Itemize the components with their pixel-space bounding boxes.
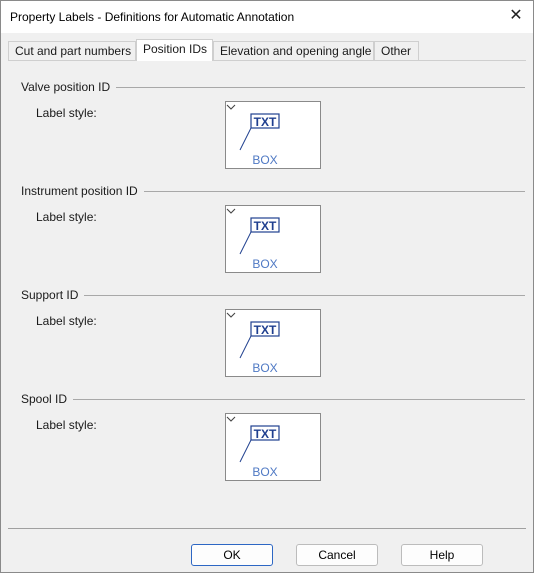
tab-elevation-and-opening-angle[interactable]: Elevation and opening angle [213,41,374,60]
label-style-label: Label style: [36,418,97,432]
close-icon[interactable]: ✕ [501,2,531,30]
style-bottom-text: BOX [252,153,277,167]
group-divider [22,295,525,296]
label-style-preview: TXT BOX [239,321,280,375]
label-style-preview: TXT BOX [239,113,280,167]
group-title-valve-position-id: Valve position ID [21,80,117,94]
label-style-preview: TXT BOX [239,217,280,271]
chevron-down-icon [226,416,236,422]
valve-label-style-select[interactable]: TXT BOX [225,101,321,169]
style-bottom-text: BOX [252,465,277,479]
tab-position-ids[interactable]: Position IDs [136,39,213,61]
style-bottom-text: BOX [252,361,277,375]
style-top-text: TXT [254,427,277,441]
window-title: Property Labels - Definitions for Automa… [10,10,295,24]
label-style-label: Label style: [36,314,97,328]
help-button[interactable]: Help [401,544,483,566]
style-top-text: TXT [254,323,277,337]
footer-divider [8,528,526,529]
group-title-support-id: Support ID [21,288,85,302]
group-title-instrument-position-id: Instrument position ID [21,184,144,198]
tab-cut-and-part-numbers[interactable]: Cut and part numbers [8,41,136,60]
style-bottom-text: BOX [252,257,277,271]
ok-button[interactable]: OK [191,544,273,566]
tab-other[interactable]: Other [374,41,419,60]
dialog-window: Property Labels - Definitions for Automa… [0,0,534,573]
instrument-label-style-select[interactable]: TXT BOX [225,205,321,273]
chevron-down-icon [226,312,236,318]
support-label-style-select[interactable]: TXT BOX [225,309,321,377]
cancel-button[interactable]: Cancel [296,544,378,566]
spool-label-style-select[interactable]: TXT BOX [225,413,321,481]
label-style-label: Label style: [36,210,97,224]
label-style-preview: TXT BOX [239,425,280,479]
title-bar: Property Labels - Definitions for Automa… [1,1,533,33]
label-style-label: Label style: [36,106,97,120]
style-top-text: TXT [254,115,277,129]
chevron-down-icon [226,208,236,214]
tab-panel-position-ids: Valve position ID Label style: TXT BOX I… [8,60,526,521]
group-title-spool-id: Spool ID [21,392,74,406]
chevron-down-icon [226,104,236,110]
group-divider [22,399,525,400]
style-top-text: TXT [254,219,277,233]
